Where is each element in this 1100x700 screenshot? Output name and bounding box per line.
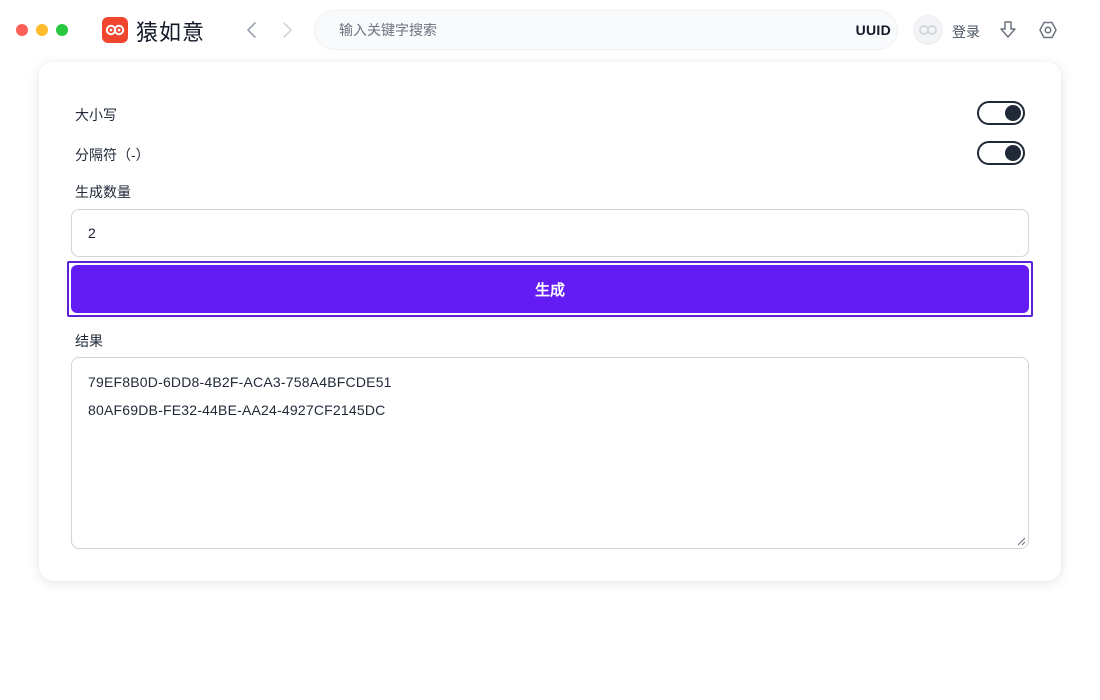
result-line: 80AF69DB-FE32-44BE-AA24-4927CF2145DC [88,402,386,418]
separator-label: 分隔符（-） [75,147,150,163]
generate-button-focus-ring: 生成 [67,261,1033,317]
count-input[interactable] [71,209,1029,257]
window-close-button[interactable] [16,24,28,36]
title-bar: 猿如意 UUID 登录 [0,0,1100,60]
toggle-knob [1005,145,1021,161]
app-name: 猿如意 [136,20,206,45]
forward-button[interactable] [275,18,299,42]
window-maximize-button[interactable] [56,24,68,36]
resize-grip-icon[interactable] [1016,536,1026,546]
window-minimize-button[interactable] [36,24,48,36]
current-tool-tag: UUID [855,22,891,38]
toggle-knob [1005,105,1021,121]
uppercase-toggle[interactable] [977,101,1025,125]
uuid-generator-card: 大小写 分隔符（-） 生成数量 生成 结果 79EF8B0D-6DD8-4B2F… [39,62,1061,581]
separator-toggle[interactable] [977,141,1025,165]
settings-icon [1039,21,1057,39]
user-avatar[interactable] [913,15,943,45]
avatar-icon [919,25,937,35]
chevron-left-icon [247,22,256,38]
count-label: 生成数量 [75,184,131,200]
chevron-right-icon [283,22,292,38]
result-textarea[interactable]: 79EF8B0D-6DD8-4B2F-ACA3-758A4BFCDE51 80A… [71,357,1029,549]
result-line: 79EF8B0D-6DD8-4B2F-ACA3-758A4BFCDE51 [88,374,392,390]
result-label: 结果 [75,333,103,349]
search-input[interactable] [339,22,839,38]
generate-button[interactable]: 生成 [71,265,1029,313]
settings-button[interactable] [1036,18,1060,42]
download-button[interactable] [996,18,1020,42]
uppercase-label: 大小写 [75,107,117,123]
search-bar[interactable]: UUID [314,10,898,50]
app-logo-icon [102,17,128,43]
login-link[interactable]: 登录 [952,22,980,42]
back-button[interactable] [240,18,264,42]
download-icon [1000,21,1016,38]
